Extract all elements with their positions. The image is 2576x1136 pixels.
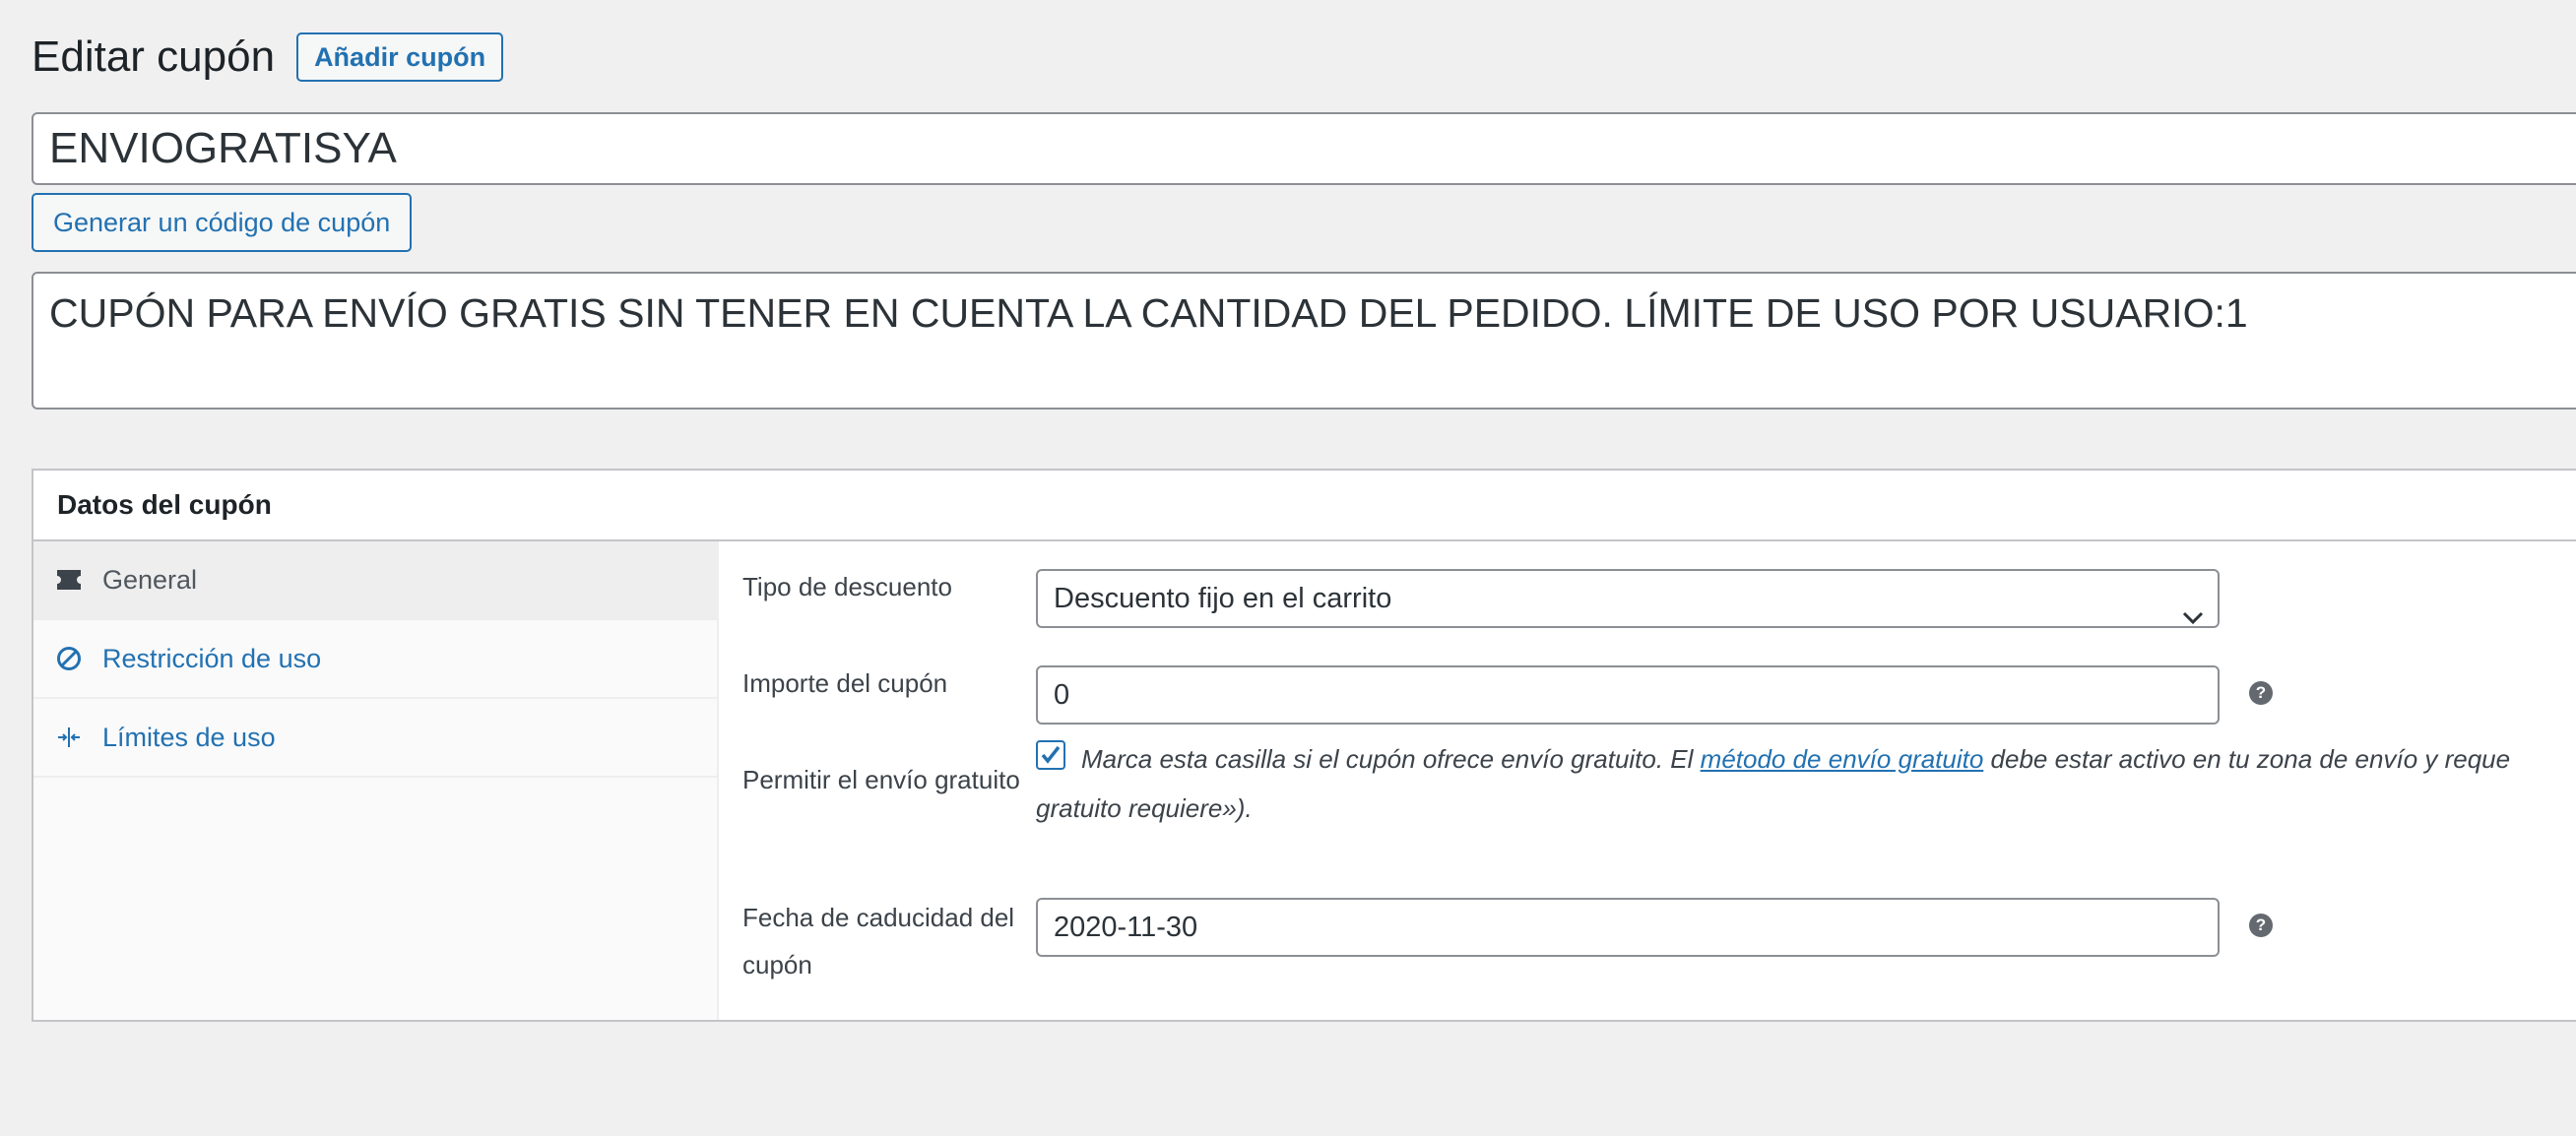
checkmark-icon [1041,745,1061,764]
discount-type-value: Descuento fijo en el carrito [1054,583,1392,614]
expiry-date-input[interactable]: 2020-11-30 [1036,898,2220,957]
free-shipping-text-line2: gratuito requiere»). [1036,793,1253,823]
expiry-date-label: Fecha de caducidad del cupón [742,894,1014,988]
tab-usage-restriction[interactable]: Restricción de uso [33,620,717,699]
tab-usage-limits-label: Límites de uso [102,722,276,752]
page-header: Editar cupón Añadir cupón [32,30,504,85]
chevron-down-icon [2182,589,2204,644]
generate-coupon-code-button[interactable]: Generar un código de cupón [32,193,413,252]
no-entry-icon [55,645,83,672]
expiry-date-label-line1: Fecha de caducidad del [742,903,1015,932]
coupon-amount-label: Importe del cupón [742,668,948,698]
expiry-date-label-line2: cupón [742,950,812,979]
tab-usage-limits[interactable]: Límites de uso [33,699,717,778]
discount-type-label: Tipo de descuento [742,572,952,601]
coupon-code-input[interactable]: ENVIOGRATISYA [32,112,2576,185]
arrows-collapse-icon [55,724,83,751]
tab-general-label: General [102,564,198,595]
coupon-data-title: Datos del cupón [33,471,2576,541]
general-panel: Tipo de descuento Descuento fijo en el c… [719,541,2576,1020]
free-shipping-label: Permitir el envío gratuito [742,765,1020,794]
help-icon[interactable]: ? [2249,681,2273,705]
help-icon[interactable]: ? [2249,914,2273,937]
coupon-description-textarea[interactable]: CUPÓN PARA ENVÍO GRATIS SIN TENER EN CUE… [32,272,2576,410]
ticket-icon [55,566,83,594]
tab-general[interactable]: General [33,541,717,620]
coupon-data-box: Datos del cupón General Restricción de u… [32,469,2576,1022]
add-coupon-button[interactable]: Añadir cupón [296,32,504,82]
page-title: Editar cupón [32,32,276,81]
free-shipping-text-before: Marca esta casilla si el cupón ofrece en… [1081,744,1701,774]
free-shipping-method-link[interactable]: método de envío gratuito [1701,744,1984,774]
free-shipping-text-after: debe estar activo en tu zona de envío y … [1983,744,2511,774]
tab-usage-restriction-label: Restricción de uso [102,643,322,673]
coupon-amount-input[interactable]: 0 [1036,665,2220,725]
coupon-data-tabs: General Restricción de uso Límites de us… [33,541,719,1020]
discount-type-select[interactable]: Descuento fijo en el carrito [1036,569,2220,628]
free-shipping-description: Marca esta casilla si el cupón ofrece en… [1036,734,2576,833]
free-shipping-checkbox[interactable] [1036,740,1065,770]
